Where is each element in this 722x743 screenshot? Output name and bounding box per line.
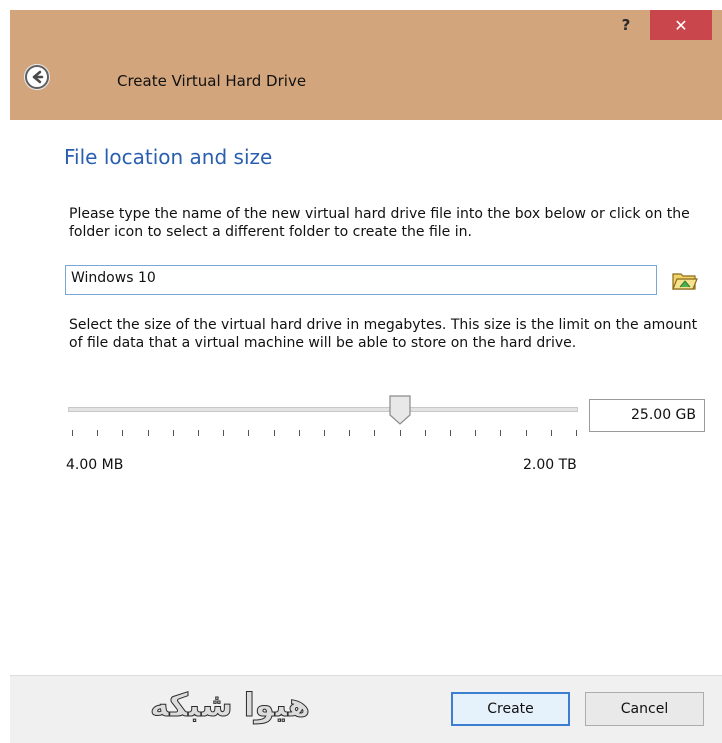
slider-min-label: 4.00 MB <box>66 457 124 473</box>
back-button[interactable] <box>24 64 50 90</box>
slider-tick <box>450 430 451 436</box>
file-name-input[interactable]: Windows 10 <box>65 265 657 295</box>
slider-tick <box>172 430 174 436</box>
dialog-title: Create Virtual Hard Drive <box>117 72 307 90</box>
slider-tick <box>500 430 502 436</box>
slider-tick <box>248 430 250 436</box>
size-slider-handle[interactable] <box>388 395 411 425</box>
slider-tick <box>97 430 99 436</box>
slider-tick <box>349 430 351 436</box>
window: ? ✕ Create Virtual Hard Drive File locat… <box>0 0 722 743</box>
slider-tick <box>122 430 124 436</box>
create-button[interactable]: Create <box>451 692 570 726</box>
size-input[interactable]: 25.00 GB <box>589 399 705 432</box>
slider-ticks <box>72 430 577 438</box>
watermark: هیوا شبکه <box>150 686 311 725</box>
back-arrow-icon <box>25 65 49 89</box>
slider-tick <box>324 430 325 436</box>
slider-tick <box>223 430 225 436</box>
folder-icon <box>672 273 698 290</box>
help-button[interactable]: ? <box>608 10 644 40</box>
location-description: Please type the name of the new virtual … <box>69 206 690 240</box>
slider-tick <box>147 430 149 436</box>
slider-tick <box>374 430 376 436</box>
slider-tick <box>475 430 477 436</box>
slider-tick <box>525 430 527 436</box>
slider-tick <box>576 430 577 436</box>
slider-tick <box>399 430 401 436</box>
slider-max-label: 2.00 TB <box>523 457 577 473</box>
close-icon: ✕ <box>674 15 688 35</box>
page-heading: File location and size <box>64 145 273 169</box>
slider-tick <box>72 430 73 436</box>
slider-tick <box>550 430 552 436</box>
cancel-button[interactable]: Cancel <box>585 692 704 726</box>
slider-tick <box>273 430 275 436</box>
choose-folder-button[interactable] <box>671 268 699 292</box>
slider-thumb-icon <box>388 395 411 425</box>
size-slider[interactable] <box>68 407 578 412</box>
slider-tick <box>198 430 199 436</box>
content-area <box>10 120 722 675</box>
close-button[interactable]: ✕ <box>650 10 712 40</box>
slider-tick <box>424 430 426 436</box>
size-description: Select the size of the virtual hard driv… <box>69 317 698 351</box>
slider-tick <box>298 430 300 436</box>
